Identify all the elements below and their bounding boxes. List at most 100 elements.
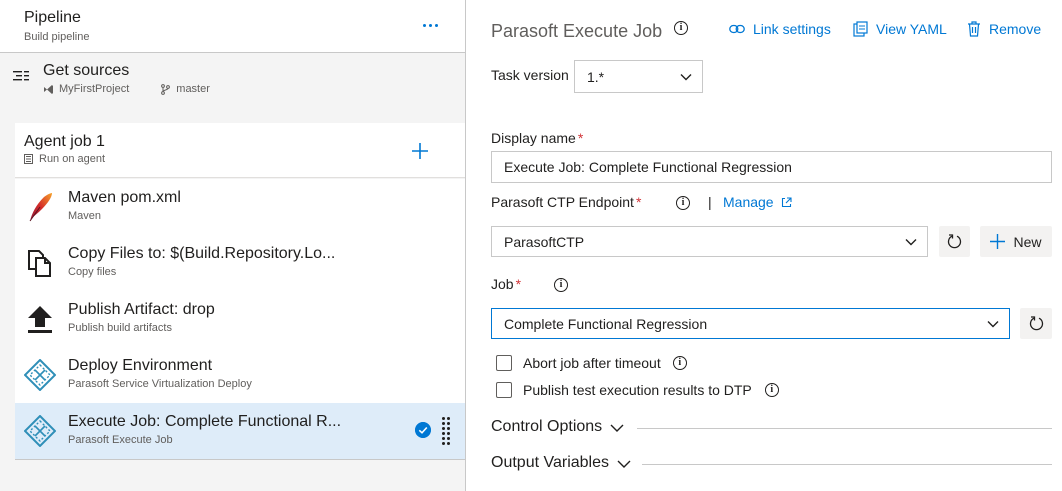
parasoft-icon	[24, 359, 56, 391]
repo-icon	[43, 84, 54, 95]
add-task-button[interactable]	[407, 138, 433, 164]
server-icon	[24, 154, 33, 164]
job-select[interactable]: Complete Functional Regression	[491, 308, 1010, 339]
publish-dtp-label: Publish test execution results to DTP	[523, 382, 752, 398]
publish-dtp-checkbox[interactable]	[496, 382, 512, 398]
upload-icon	[28, 306, 52, 333]
get-sources-meta: MyFirstProject master	[43, 83, 210, 95]
job-value: Complete Functional Regression	[504, 315, 708, 332]
view-yaml-label: View YAML	[876, 21, 947, 37]
trash-icon	[968, 21, 980, 37]
task-subtitle: Copy files	[68, 266, 117, 278]
display-name-label: Display name *	[491, 130, 584, 146]
copy-files-icon	[28, 250, 51, 277]
maven-feather-icon	[29, 193, 52, 222]
agent-job-title: Agent job 1	[24, 133, 105, 150]
enabled-check-icon	[415, 422, 431, 438]
task-version-select[interactable]: 1.*	[574, 60, 703, 93]
drag-handle-icon[interactable]	[442, 417, 450, 445]
info-icon[interactable]: i	[554, 278, 568, 292]
output-variables-section[interactable]: Output Variables	[491, 454, 631, 472]
chevron-down-icon	[617, 460, 631, 468]
task-title: Copy Files to: $(Build.Repository.Lo...	[68, 245, 336, 262]
agent-job-subtitle: Run on agent	[39, 153, 106, 165]
task-title: Publish Artifact: drop	[68, 301, 215, 318]
link-settings-label: Link settings	[753, 21, 831, 37]
task-version-value: 1.*	[587, 68, 605, 85]
refresh-icon	[947, 234, 962, 249]
new-label: New	[1013, 233, 1042, 250]
task-title: Execute Job: Complete Functional R...	[68, 413, 342, 430]
info-icon[interactable]: i	[672, 356, 687, 370]
pipeline-title: Pipeline	[24, 9, 81, 26]
view-yaml-button[interactable]: View YAML	[853, 21, 947, 37]
link-icon	[729, 24, 745, 34]
chevron-down-icon	[905, 238, 917, 245]
separator: |	[708, 194, 712, 210]
required-mark: *	[577, 130, 584, 146]
refresh-endpoint-button[interactable]	[939, 226, 970, 257]
task-subtitle: Maven	[68, 210, 102, 222]
branch-name: master	[176, 83, 210, 95]
task-subtitle: Parasoft Execute Job	[68, 434, 173, 446]
chevron-down-icon	[610, 424, 624, 432]
task-item-publish-artifact[interactable]: Publish Artifact: drop Publish build art…	[15, 291, 465, 347]
section-divider	[642, 464, 1052, 465]
manage-label: Manage	[723, 194, 774, 210]
task-item-execute-job[interactable]: Execute Job: Complete Functional R... Pa…	[15, 403, 465, 459]
pipeline-subtitle: Build pipeline	[24, 31, 90, 43]
task-title: Deploy Environment	[68, 357, 213, 374]
get-sources-icon	[13, 71, 29, 81]
task-subtitle: Publish build artifacts	[68, 322, 172, 334]
abort-timeout-checkbox[interactable]	[496, 355, 512, 371]
publish-dtp-row: Publish test execution results to DTP i	[496, 382, 779, 398]
external-link-icon	[781, 196, 792, 207]
chevron-down-icon	[987, 320, 999, 327]
more-options-button[interactable]	[416, 14, 444, 36]
parasoft-icon	[24, 415, 56, 447]
abort-timeout-row: Abort job after timeout i	[496, 355, 687, 371]
remove-button[interactable]: Remove	[967, 21, 1041, 37]
agent-job[interactable]: Agent job 1 Run on agent	[15, 123, 465, 178]
abort-timeout-label: Abort job after timeout	[523, 355, 661, 371]
task-subtitle: Parasoft Service Virtualization Deploy	[68, 378, 252, 390]
new-endpoint-button[interactable]: New	[980, 226, 1052, 257]
refresh-job-button[interactable]	[1020, 308, 1052, 339]
refresh-icon	[1029, 316, 1043, 331]
link-settings-button[interactable]: Link settings	[729, 21, 831, 37]
manage-link[interactable]: Manage	[723, 194, 792, 210]
task-title: Maven pom.xml	[68, 189, 181, 206]
task-version-label: Task version	[491, 67, 569, 83]
pipeline-panel: Pipeline Build pipeline Get sources MyFi…	[0, 0, 466, 491]
agent-job-subtitle-row: Run on agent	[24, 153, 105, 165]
task-details-panel: Parasoft Execute Job i Link settings Vie…	[467, 0, 1062, 491]
info-icon[interactable]: i	[674, 21, 688, 35]
job-label: Job *	[491, 276, 522, 292]
endpoint-label: Parasoft CTP Endpoint *	[491, 194, 642, 210]
required-mark: *	[635, 194, 642, 210]
task-item-maven[interactable]: Maven pom.xml Maven	[15, 179, 465, 235]
list-divider	[15, 459, 465, 460]
repo-name: MyFirstProject	[59, 83, 130, 95]
control-options-section[interactable]: Control Options	[491, 418, 624, 436]
endpoint-value: ParasoftCTP	[504, 233, 585, 250]
pipeline-header: Pipeline Build pipeline	[0, 0, 465, 53]
display-name-input[interactable]: Execute Job: Complete Functional Regress…	[491, 151, 1052, 183]
branch-icon	[160, 83, 171, 95]
info-icon[interactable]: i	[676, 196, 690, 210]
task-item-deploy-environment[interactable]: Deploy Environment Parasoft Service Virt…	[15, 347, 465, 403]
task-item-copy-files[interactable]: Copy Files to: $(Build.Repository.Lo... …	[15, 235, 465, 291]
chevron-down-icon	[680, 73, 692, 80]
task-details-title: Parasoft Execute Job	[491, 21, 663, 41]
control-options-label: Control Options	[491, 418, 603, 435]
section-divider	[637, 428, 1052, 429]
display-name-value: Execute Job: Complete Functional Regress…	[504, 159, 792, 175]
remove-label: Remove	[989, 21, 1042, 37]
endpoint-select[interactable]: ParasoftCTP	[491, 226, 928, 257]
clipboard-icon	[853, 21, 868, 37]
get-sources-title: Get sources	[43, 62, 130, 79]
required-mark: *	[515, 276, 522, 292]
info-icon[interactable]: i	[764, 383, 779, 397]
output-variables-label: Output Variables	[491, 454, 609, 471]
plus-icon	[990, 234, 1006, 249]
